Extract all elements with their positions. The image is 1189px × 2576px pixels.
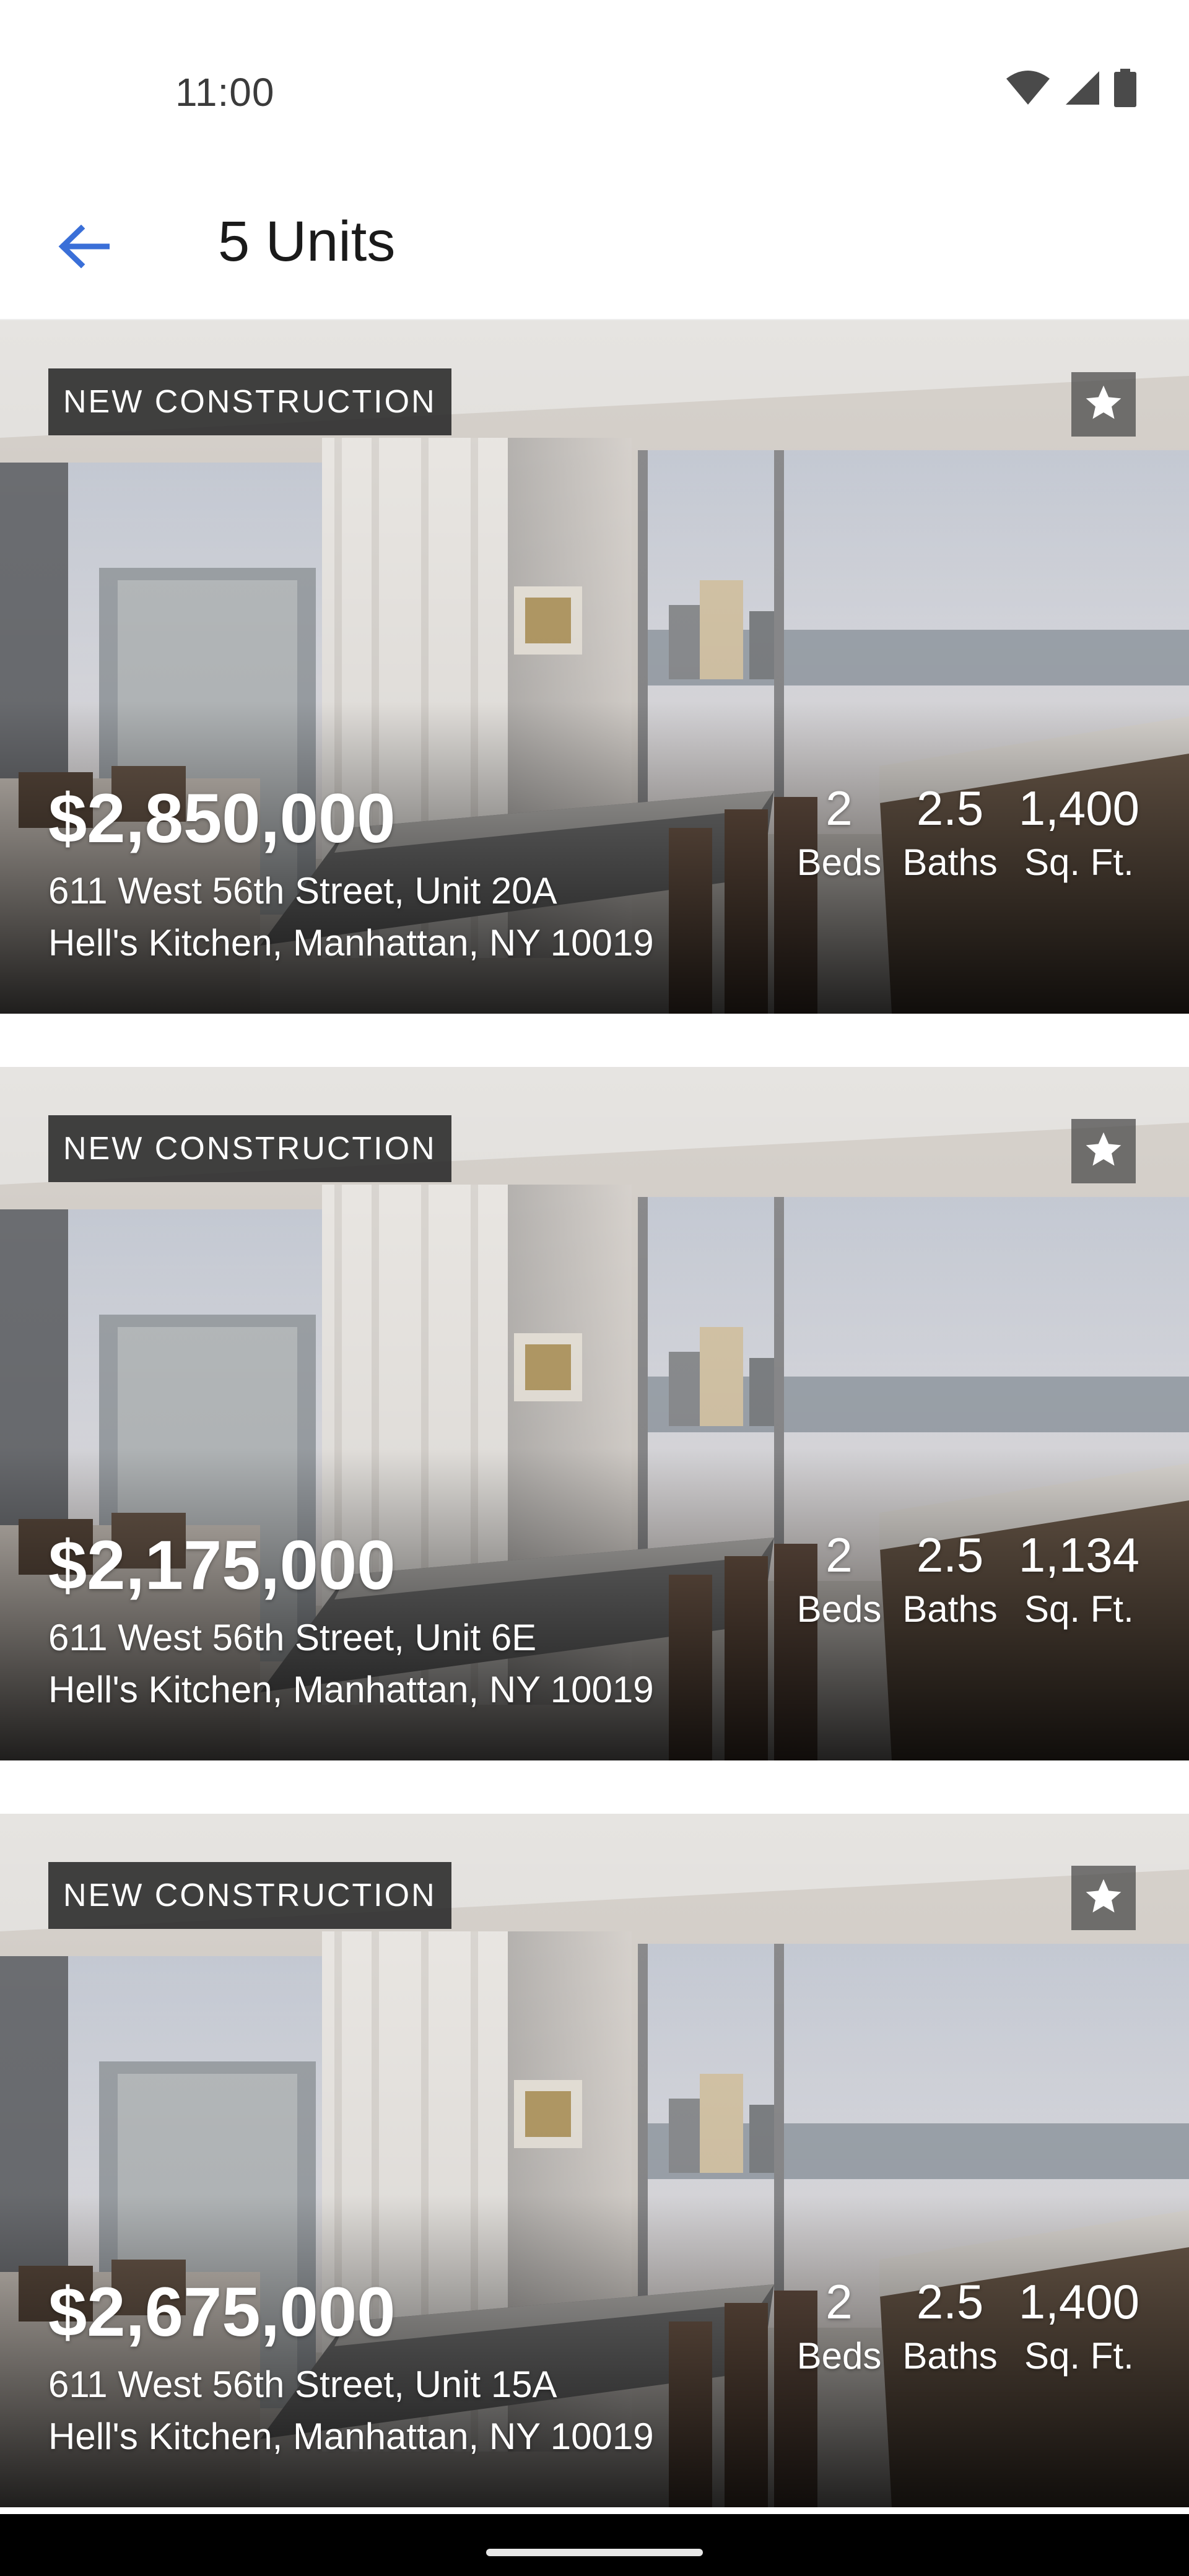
sqft-stat: 1,400 Sq. Ft. (1019, 2272, 1139, 2381)
home-gesture-handle[interactable] (486, 2549, 703, 2556)
baths-value: 2.5 (916, 1528, 984, 1582)
baths-stat: 2.5 Baths (902, 1525, 997, 1634)
system-nav-bar (0, 2514, 1189, 2576)
favorite-button[interactable] (1071, 1866, 1136, 1930)
favorite-button[interactable] (1071, 372, 1136, 437)
listing-price: $2,175,000 (48, 1526, 396, 1604)
sqft-value: 1,400 (1018, 2274, 1139, 2329)
favorite-button[interactable] (1071, 1119, 1136, 1183)
listing-address: 611 West 56th Street, Unit 6E Hell's Kit… (48, 1612, 654, 1716)
back-button[interactable] (46, 211, 121, 285)
sqft-stat: 1,134 Sq. Ft. (1019, 1525, 1139, 1634)
baths-value: 2.5 (916, 781, 984, 835)
address-line-locality: Hell's Kitchen, Manhattan, NY 10019 (48, 2416, 654, 2457)
listing-card[interactable]: NEW CONSTRUCTION $2,175,000 611 West 56t… (0, 1067, 1189, 1760)
app-bar: 5 Units (0, 186, 1189, 320)
signal-icon (1065, 70, 1100, 109)
listing-address: 611 West 56th Street, Unit 15A Hell's Ki… (48, 2359, 654, 2463)
beds-stat: 2 Beds (797, 1525, 882, 1634)
arrow-left-icon (58, 224, 110, 271)
beds-value: 2 (825, 1528, 853, 1582)
page-title: 5 Units (218, 210, 396, 273)
address-line-street: 611 West 56th Street, Unit 15A (48, 2364, 557, 2405)
new-construction-badge: NEW CONSTRUCTION (48, 1115, 451, 1182)
address-line-street: 611 West 56th Street, Unit 6E (48, 1617, 537, 1658)
star-icon (1082, 382, 1125, 427)
sqft-label: Sq. Ft. (1024, 1588, 1134, 1630)
wifi-icon (1005, 70, 1051, 109)
baths-stat: 2.5 Baths (902, 2272, 997, 2381)
beds-value: 2 (825, 2274, 853, 2329)
star-icon (1082, 1876, 1125, 1921)
sqft-value: 1,400 (1018, 781, 1139, 835)
listing-price: $2,850,000 (48, 780, 396, 857)
sqft-value: 1,134 (1018, 1528, 1139, 1582)
listing-stats: 2 Beds 2.5 Baths 1,134 Sq. Ft. (797, 1525, 1139, 1634)
baths-label: Baths (902, 842, 998, 883)
beds-label: Beds (796, 1588, 882, 1630)
listing-card[interactable]: NEW CONSTRUCTION $2,675,000 611 West 56t… (0, 1814, 1189, 2507)
listing-stats: 2 Beds 2.5 Baths 1,400 Sq. Ft. (797, 778, 1139, 887)
beds-stat: 2 Beds (797, 778, 882, 887)
battery-icon (1114, 68, 1136, 110)
address-line-street: 611 West 56th Street, Unit 20A (48, 870, 557, 912)
beds-label: Beds (796, 2335, 882, 2377)
sqft-label: Sq. Ft. (1024, 2335, 1134, 2377)
star-icon (1082, 1129, 1125, 1174)
address-line-locality: Hell's Kitchen, Manhattan, NY 10019 (48, 1669, 654, 1710)
new-construction-badge: NEW CONSTRUCTION (48, 1862, 451, 1929)
baths-value: 2.5 (916, 2274, 984, 2329)
status-icons (1005, 68, 1136, 110)
listing-card[interactable]: NEW CONSTRUCTION $2,850,000 611 West 56t… (0, 320, 1189, 1014)
listing-stats: 2 Beds 2.5 Baths 1,400 Sq. Ft. (797, 2272, 1139, 2381)
beds-stat: 2 Beds (797, 2272, 882, 2381)
listing-address: 611 West 56th Street, Unit 20A Hell's Ki… (48, 865, 654, 969)
beds-label: Beds (796, 842, 882, 883)
baths-label: Baths (902, 2335, 998, 2377)
baths-label: Baths (902, 1588, 998, 1630)
beds-value: 2 (825, 781, 853, 835)
baths-stat: 2.5 Baths (902, 778, 997, 887)
status-time: 11:00 (175, 70, 275, 115)
listing-price: $2,675,000 (48, 2273, 396, 2351)
status-bar: 11:00 (0, 0, 1189, 186)
sqft-stat: 1,400 Sq. Ft. (1019, 778, 1139, 887)
address-line-locality: Hell's Kitchen, Manhattan, NY 10019 (48, 922, 654, 964)
new-construction-badge: NEW CONSTRUCTION (48, 368, 451, 435)
sqft-label: Sq. Ft. (1024, 842, 1134, 883)
